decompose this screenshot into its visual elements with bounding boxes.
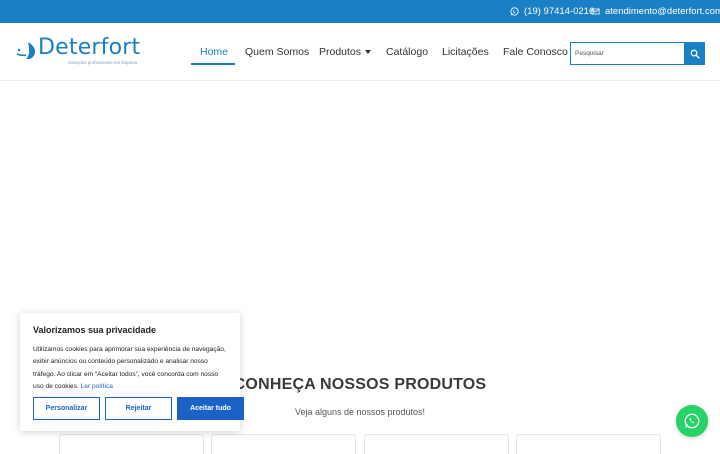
product-card[interactable] xyxy=(364,434,509,454)
nav-catalogo[interactable]: Catálogo xyxy=(386,46,428,58)
cookie-buttons: Personalizar Rejeitar Aceitar tudo xyxy=(33,397,244,420)
email-address: atendimento@deterfort.com.br xyxy=(605,6,720,17)
cookie-policy-link[interactable]: Ler política xyxy=(81,383,113,390)
reject-button[interactable]: Rejeitar xyxy=(105,397,172,420)
nav-fale-conosco[interactable]: Fale Conosco xyxy=(503,46,568,58)
logo-brand: Deterfort xyxy=(38,35,141,60)
product-card[interactable] xyxy=(516,434,661,454)
logo-tagline: Soluções profissionais em limpeza xyxy=(68,60,138,65)
search-input[interactable] xyxy=(570,42,684,65)
nav-active-underline xyxy=(191,63,235,65)
phone-contact[interactable]: (19) 97414-0216 xyxy=(510,0,594,23)
nav-produtos-label: Produtos xyxy=(319,46,362,58)
whatsapp-chat-button[interactable] xyxy=(676,405,708,437)
product-card[interactable] xyxy=(59,434,204,454)
nav-produtos[interactable]: Produtos xyxy=(319,46,372,58)
logo-drop-icon xyxy=(16,42,36,60)
nav-home[interactable]: Home xyxy=(200,46,228,58)
nav-quem-somos[interactable]: Quem Somos xyxy=(245,46,309,58)
search-icon xyxy=(690,49,700,59)
cookie-text: Utilizamos cookies para aprimorar sua ex… xyxy=(33,344,227,393)
cookie-body: Utilizamos cookies para aprimorar sua ex… xyxy=(33,346,226,390)
accept-all-button[interactable]: Aceitar tudo xyxy=(177,397,244,420)
phone-number: (19) 97414-0216 xyxy=(524,6,595,17)
customize-button[interactable]: Personalizar xyxy=(33,397,100,420)
search-button[interactable] xyxy=(684,42,705,65)
nav-licitacoes[interactable]: Licitações xyxy=(442,46,489,58)
email-contact[interactable]: atendimento@deterfort.com.br xyxy=(591,0,720,23)
whatsapp-icon xyxy=(510,7,519,16)
site-header: Deterfort Soluções profissionais em limp… xyxy=(0,23,720,81)
search-form xyxy=(570,42,705,65)
envelope-icon xyxy=(591,8,600,15)
chevron-down-icon xyxy=(365,50,372,55)
cookie-consent-banner: Valorizamos sua privacidade Utilizamos c… xyxy=(20,313,244,431)
deterfort-logo[interactable]: Deterfort Soluções profissionais em limp… xyxy=(16,35,140,69)
top-contact-bar: (19) 97414-0216 atendimento@deterfort.co… xyxy=(0,0,720,23)
whatsapp-icon xyxy=(684,413,700,429)
product-card[interactable] xyxy=(211,434,356,454)
cookie-title: Valorizamos sua privacidade xyxy=(33,325,157,335)
